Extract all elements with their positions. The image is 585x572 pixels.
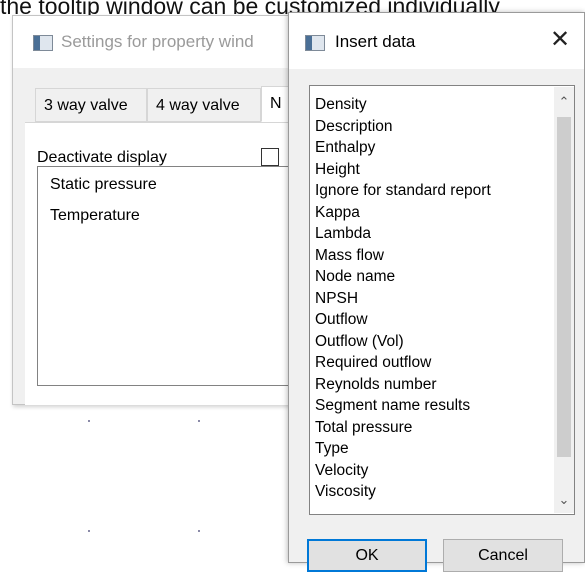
- list-item[interactable]: Static pressure: [50, 176, 157, 194]
- settings-titlebar[interactable]: Settings for property wind: [13, 16, 303, 68]
- list-item[interactable]: Viscosity: [315, 481, 376, 503]
- list-item[interactable]: Type: [315, 438, 349, 460]
- decorative-dot: [198, 420, 200, 422]
- settings-window: Settings for property wind 3 way valve 4…: [12, 15, 304, 405]
- insert-data-field-list[interactable]: Density Description Enthalpy Height Igno…: [309, 85, 575, 515]
- scroll-thumb[interactable]: [557, 117, 571, 457]
- list-item[interactable]: Outflow (Vol): [315, 331, 404, 353]
- list-item[interactable]: Description: [315, 116, 393, 138]
- ok-button[interactable]: OK: [307, 539, 427, 572]
- decorative-dot: [88, 420, 90, 422]
- insert-data-titlebar[interactable]: Insert data ✕: [289, 13, 584, 69]
- list-item[interactable]: Height: [315, 159, 360, 181]
- list-item[interactable]: Node name: [315, 266, 395, 288]
- tab-3-way-valve[interactable]: 3 way valve: [35, 88, 147, 122]
- list-item[interactable]: Density: [315, 94, 367, 116]
- list-item[interactable]: Segment name results: [315, 395, 470, 417]
- list-item[interactable]: Velocity: [315, 460, 368, 482]
- list-item[interactable]: Total pressure: [315, 417, 412, 439]
- app-window-icon: [33, 35, 53, 51]
- chevron-down-icon[interactable]: ⌄: [554, 491, 574, 509]
- settings-window-title: Settings for property wind: [61, 32, 254, 51]
- deactivate-display-checkbox[interactable]: [261, 148, 279, 166]
- list-item[interactable]: Enthalpy: [315, 137, 375, 159]
- list-item[interactable]: Temperature: [50, 207, 140, 225]
- deactivate-display-label: Deactivate display: [37, 149, 167, 166]
- list-item[interactable]: Ignore for standard report: [315, 180, 491, 202]
- close-icon[interactable]: ✕: [547, 27, 573, 53]
- insert-data-dialog: Insert data ✕ Density Description Enthal…: [288, 12, 585, 572]
- insert-data-title: Insert data: [335, 32, 416, 51]
- cancel-button[interactable]: Cancel: [443, 539, 563, 572]
- list-item[interactable]: Mass flow: [315, 245, 384, 267]
- list-item[interactable]: Outflow: [315, 309, 368, 331]
- list-item[interactable]: Reynolds number: [315, 374, 436, 396]
- decorative-dot: [198, 530, 200, 532]
- list-item[interactable]: Kappa: [315, 202, 360, 224]
- list-item[interactable]: NPSH: [315, 288, 358, 310]
- chevron-up-icon[interactable]: ⌃: [554, 93, 574, 111]
- app-window-icon: [305, 35, 325, 51]
- displayed-values-list[interactable]: Static pressure Temperature: [37, 166, 303, 386]
- list-item[interactable]: Lambda: [315, 223, 371, 245]
- list-scrollbar[interactable]: ⌃ ⌄: [554, 87, 574, 513]
- decorative-dot: [88, 530, 90, 532]
- tab-4-way-valve[interactable]: 4 way valve: [147, 88, 261, 122]
- list-item[interactable]: Required outflow: [315, 352, 431, 374]
